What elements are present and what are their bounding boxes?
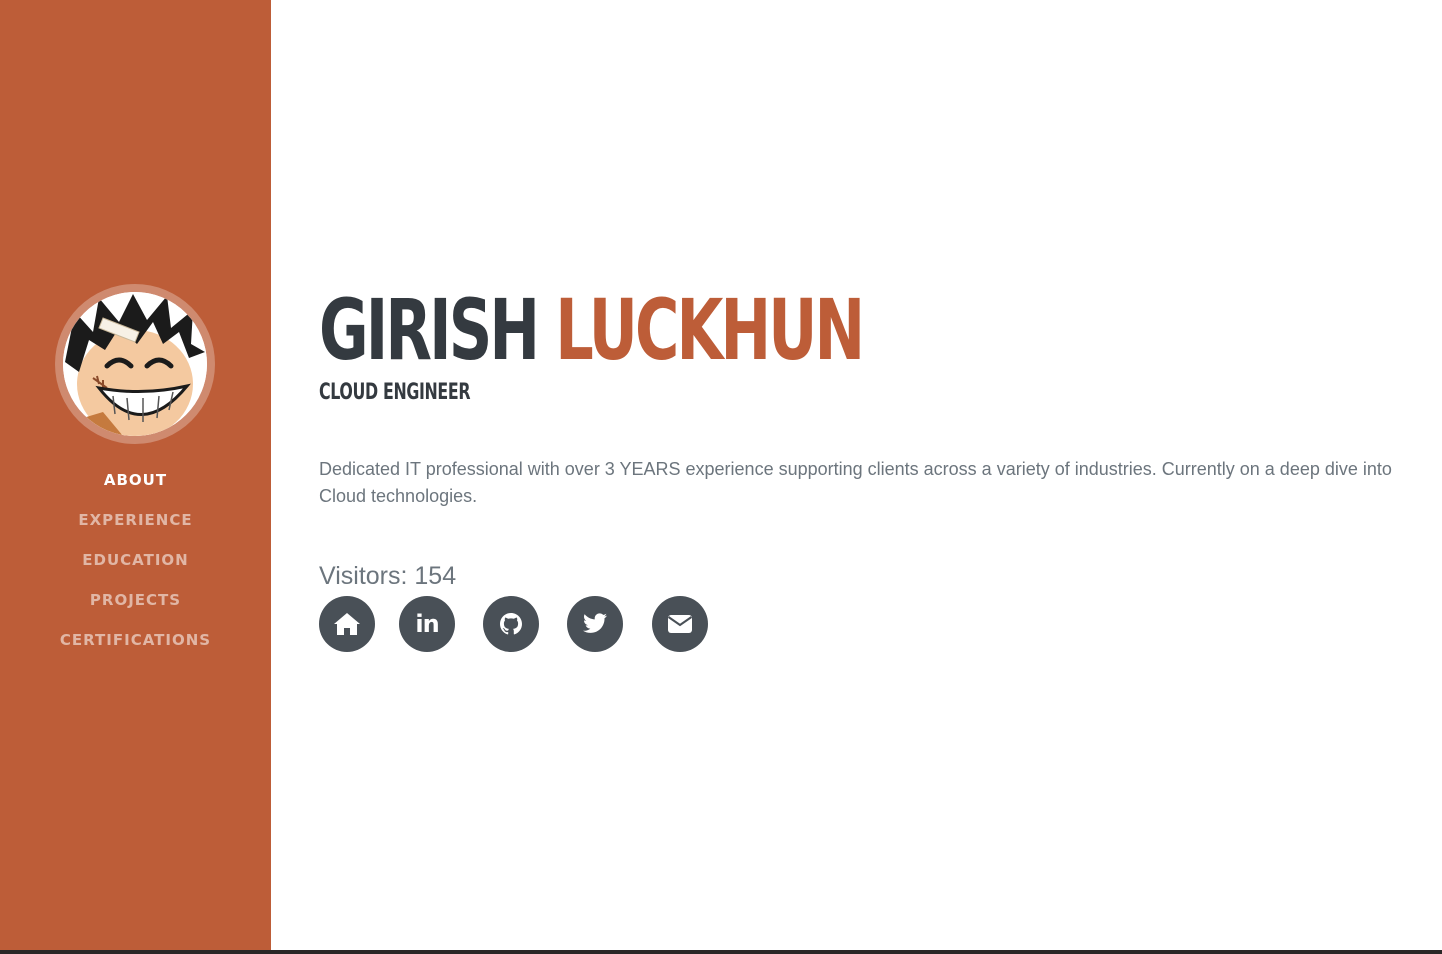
nav-item-about: About [0,466,271,506]
home-icon [334,613,360,635]
window-bottom-edge [0,950,1442,954]
github-button[interactable] [483,596,539,652]
job-title: CLOUD ENGINEER [319,380,471,405]
last-name: LUCKHUN [555,281,865,379]
first-name: GIRISH [319,281,540,379]
home-button[interactable] [319,596,375,652]
linkedin-button[interactable]: in [399,596,455,652]
avatar [63,292,207,436]
nav-link-about[interactable]: About [104,471,167,489]
profile-name: GIRISH LUCKHUN [319,281,865,379]
nav-link-education[interactable]: Education [82,551,188,569]
email-button[interactable] [652,596,708,652]
github-icon [500,613,522,635]
nav-link-projects[interactable]: Projects [90,591,181,609]
nav-item-education: Education [0,546,271,586]
avatar-frame [55,284,215,444]
nav-item-projects: Projects [0,586,271,626]
twitter-button[interactable] [567,596,623,652]
nav-item-experience: Experience [0,506,271,546]
visitor-counter: Visitors: 154 [319,562,457,590]
envelope-icon [667,615,693,633]
sidebar: About Experience Education Projects Cert… [0,0,271,950]
twitter-icon [583,613,607,633]
nav-link-certifications[interactable]: Certifications [60,631,211,649]
sidebar-nav: About Experience Education Projects Cert… [0,466,271,666]
social-links: in [319,596,719,652]
linkedin-icon: in [415,610,439,638]
nav-item-certifications: Certifications [0,626,271,666]
nav-link-experience[interactable]: Experience [78,511,192,529]
bio-text: Dedicated IT professional with over 3 YE… [319,459,1392,506]
about-section: GIRISH LUCKHUN CLOUD ENGINEER Dedicated … [319,0,1429,950]
